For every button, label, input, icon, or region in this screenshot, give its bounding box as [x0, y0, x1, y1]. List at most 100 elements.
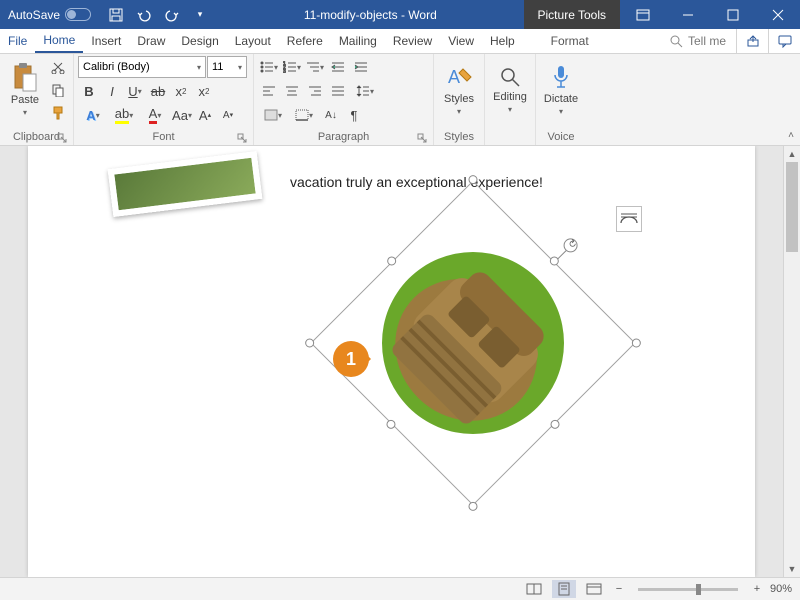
group-clipboard-label: Clipboard: [4, 129, 69, 145]
group-editing: Editing▾: [485, 54, 536, 145]
highlight-button[interactable]: ab▾: [109, 104, 139, 126]
title-bar: AutoSave ▾ 11-modify-objects - Word Pict…: [0, 0, 800, 29]
print-layout-button[interactable]: [552, 580, 576, 598]
numbering-button[interactable]: 123▾: [281, 56, 303, 78]
dialog-launcher-icon[interactable]: [57, 133, 67, 143]
bullets-button[interactable]: ▾: [258, 56, 280, 78]
scroll-thumb[interactable]: [786, 162, 798, 252]
font-name-combo[interactable]: Calibri (Body)▾: [78, 56, 206, 78]
scroll-up-button[interactable]: ▲: [784, 146, 800, 162]
group-voice-label: Voice: [540, 129, 582, 145]
increase-indent-button[interactable]: [350, 56, 372, 78]
tab-references[interactable]: Refere: [279, 29, 331, 53]
tell-me-search[interactable]: Tell me: [659, 29, 736, 53]
zoom-out-button[interactable]: −: [612, 583, 626, 595]
group-styles: A Styles▾ Styles: [434, 54, 485, 145]
tab-insert[interactable]: Insert: [83, 29, 129, 53]
format-painter-button[interactable]: [47, 102, 69, 124]
dialog-launcher-icon[interactable]: [417, 133, 427, 143]
strikethrough-button[interactable]: ab: [147, 80, 169, 102]
svg-text:3: 3: [283, 69, 286, 73]
group-paragraph-label: Paragraph: [258, 129, 429, 145]
change-case-button[interactable]: Aa▾: [171, 104, 193, 126]
scroll-down-button[interactable]: ▼: [784, 561, 800, 577]
text-effects-button[interactable]: A▾: [78, 104, 108, 126]
layout-options-button[interactable]: [616, 206, 642, 232]
tab-view[interactable]: View: [440, 29, 482, 53]
underline-button[interactable]: U▾: [124, 80, 146, 102]
tab-format[interactable]: Format: [543, 29, 597, 53]
web-layout-button[interactable]: [582, 580, 606, 598]
document-page[interactable]: vacation truly an exceptional experience…: [28, 146, 755, 577]
share-button[interactable]: [736, 29, 768, 53]
multilevel-list-button[interactable]: ▾: [304, 56, 326, 78]
svg-text:A: A: [448, 67, 460, 87]
tab-design[interactable]: Design: [173, 29, 226, 53]
ribbon: Paste ▾ Clipboard Calibri (Body)▾ 11▾ B …: [0, 54, 800, 146]
zoom-slider[interactable]: [638, 588, 738, 591]
superscript-button[interactable]: x2: [193, 80, 215, 102]
align-left-button[interactable]: [258, 80, 280, 102]
vertical-scrollbar[interactable]: ▲ ▼: [783, 146, 800, 577]
tab-mailings[interactable]: Mailing: [331, 29, 385, 53]
cut-button[interactable]: [47, 56, 69, 78]
ribbon-display-button[interactable]: [620, 0, 665, 29]
show-marks-button[interactable]: ¶: [343, 104, 365, 126]
sort-button[interactable]: A↓: [320, 104, 342, 126]
shrink-font-button[interactable]: A▾: [217, 104, 239, 126]
tab-layout[interactable]: Layout: [227, 29, 279, 53]
maximize-button[interactable]: [710, 0, 755, 29]
shading-button[interactable]: ▾: [258, 104, 288, 126]
borders-button[interactable]: ▾: [289, 104, 319, 126]
editing-button[interactable]: Editing▾: [489, 56, 531, 122]
document-area: vacation truly an exceptional experience…: [0, 146, 800, 577]
paste-button[interactable]: Paste ▾: [4, 56, 46, 122]
toggle-off-icon: [65, 8, 91, 21]
qat-dropdown[interactable]: ▾: [187, 3, 213, 27]
body-text[interactable]: vacation truly an exceptional experience…: [290, 174, 543, 190]
align-right-button[interactable]: [304, 80, 326, 102]
window-controls: [620, 0, 800, 29]
contextual-tab-label: Picture Tools: [524, 0, 620, 29]
redo-button[interactable]: [159, 3, 185, 27]
copy-button[interactable]: [47, 79, 69, 101]
tab-file[interactable]: File: [0, 29, 35, 53]
rotate-handle[interactable]: [561, 236, 581, 256]
minimize-button[interactable]: [665, 0, 710, 29]
close-button[interactable]: [755, 0, 800, 29]
zoom-in-button[interactable]: +: [750, 583, 764, 595]
styles-button[interactable]: A Styles▾: [438, 56, 480, 122]
decrease-indent-button[interactable]: [327, 56, 349, 78]
undo-button[interactable]: [131, 3, 157, 27]
zoom-level[interactable]: 90%: [770, 583, 792, 595]
tell-me-label: Tell me: [688, 34, 726, 48]
comments-button[interactable]: [768, 29, 800, 53]
group-editing-label: [489, 129, 531, 145]
bold-button[interactable]: B: [78, 80, 100, 102]
tab-help[interactable]: Help: [482, 29, 523, 53]
subscript-button[interactable]: x2: [170, 80, 192, 102]
collapse-ribbon-button[interactable]: ˄: [788, 130, 794, 141]
paste-label: Paste: [11, 94, 39, 106]
window-title: 11-modify-objects - Word: [217, 8, 523, 22]
zoom-slider-thumb[interactable]: [696, 584, 701, 595]
grow-font-button[interactable]: A▴: [194, 104, 216, 126]
tab-draw[interactable]: Draw: [129, 29, 173, 53]
read-mode-button[interactable]: [522, 580, 546, 598]
group-voice: Dictate▾ Voice: [536, 54, 586, 145]
dialog-launcher-icon[interactable]: [237, 133, 247, 143]
italic-button[interactable]: I: [101, 80, 123, 102]
tab-review[interactable]: Review: [385, 29, 440, 53]
font-color-button[interactable]: A▾: [140, 104, 170, 126]
save-button[interactable]: [103, 3, 129, 27]
dictate-button[interactable]: Dictate▾: [540, 56, 582, 122]
inline-image-thumbnail[interactable]: [108, 151, 263, 217]
line-spacing-button[interactable]: ▾: [350, 80, 380, 102]
autosave-label: AutoSave: [8, 8, 60, 22]
justify-button[interactable]: [327, 80, 349, 102]
tab-home[interactable]: Home: [35, 29, 83, 53]
autosave-toggle[interactable]: AutoSave: [0, 8, 99, 22]
font-size-combo[interactable]: 11▾: [207, 56, 247, 78]
group-styles-label: Styles: [438, 129, 480, 145]
align-center-button[interactable]: [281, 80, 303, 102]
